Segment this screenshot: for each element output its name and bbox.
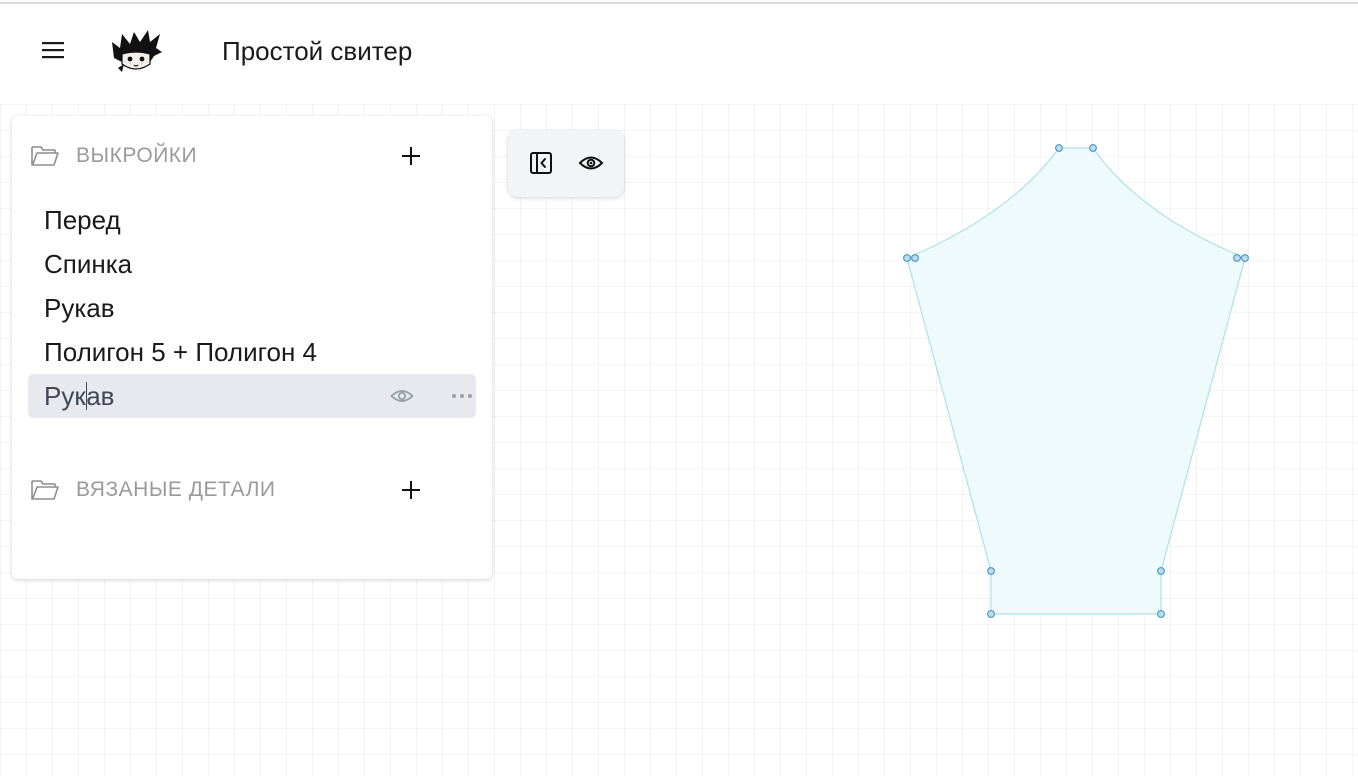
- pattern-item-label: Перед: [44, 205, 121, 235]
- top-border: [0, 2, 1358, 4]
- toggle-visibility-button[interactable]: [388, 383, 416, 409]
- sidebar-panel: ВЫКРОЙКИ Перед Спинка Рукав Полигон 5 + …: [12, 116, 492, 579]
- pattern-item-editing[interactable]: Рукав: [28, 374, 476, 418]
- pattern-item-sleeve[interactable]: Рукав: [28, 286, 476, 330]
- pattern-item-label: Полигон 5 + Полигон 4: [44, 337, 317, 367]
- preview-button[interactable]: [576, 148, 606, 178]
- vertex-handle[interactable]: [987, 567, 995, 575]
- menu-button[interactable]: [36, 34, 70, 66]
- eye-icon: [578, 156, 604, 170]
- add-knitted-detail-button[interactable]: [396, 472, 426, 508]
- plus-icon: [402, 481, 420, 499]
- more-options-button[interactable]: [448, 383, 476, 409]
- vertex-handle[interactable]: [1089, 144, 1097, 152]
- vertex-handle[interactable]: [987, 610, 995, 618]
- hamburger-icon: [42, 42, 64, 59]
- control-handle[interactable]: [1233, 254, 1241, 262]
- pattern-item-label: Спинка: [44, 249, 133, 279]
- canvas-toolbar: [508, 130, 624, 197]
- control-handle[interactable]: [911, 254, 919, 262]
- pattern-item-back[interactable]: Спинка: [28, 242, 476, 286]
- more-dots-icon: [452, 394, 472, 398]
- knitted-section-title: ВЯЗАНЫЕ ДЕТАЛИ: [76, 478, 276, 501]
- eye-icon: [390, 390, 414, 402]
- pattern-item-front[interactable]: Перед: [28, 198, 476, 242]
- patterns-section-title: ВЫКРОЙКИ: [76, 144, 198, 167]
- vertex-handle[interactable]: [1055, 144, 1063, 152]
- app-title: Простой свитер: [222, 36, 413, 66]
- add-pattern-button[interactable]: [396, 138, 426, 174]
- collapse-panel-icon: [530, 152, 552, 174]
- folder-open-icon: [31, 480, 59, 500]
- patterns-section-header[interactable]: ВЫКРОЙКИ: [30, 138, 480, 174]
- vertex-handle[interactable]: [1157, 610, 1165, 618]
- vertex-handle[interactable]: [1157, 567, 1165, 575]
- folder-open-icon: [31, 146, 59, 166]
- pattern-item-label: Рукав: [44, 293, 115, 323]
- pattern-name-input[interactable]: Рукав: [44, 381, 115, 411]
- plus-icon: [402, 147, 420, 165]
- pattern-item-polygon-union[interactable]: Полигон 5 + Полигон 4: [28, 330, 476, 374]
- vertex-handle[interactable]: [1241, 254, 1249, 262]
- vertex-handle[interactable]: [903, 254, 911, 262]
- collapse-sidebar-button[interactable]: [526, 148, 556, 178]
- knitted-section-header[interactable]: ВЯЗАНЫЕ ДЕТАЛИ: [30, 472, 480, 508]
- cat-logo-icon[interactable]: [110, 28, 164, 76]
